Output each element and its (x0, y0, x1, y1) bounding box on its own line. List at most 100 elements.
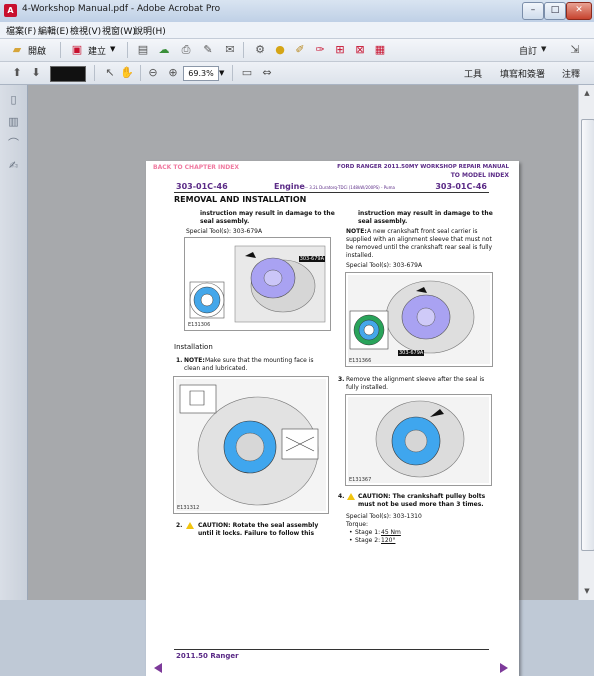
warning-icon (347, 493, 355, 500)
figure-3-tool-label: 303-679A (398, 350, 425, 356)
edit-document-icon[interactable]: ✎ (201, 43, 215, 57)
figure-e131312: E131312 (173, 376, 329, 514)
figure-e131367: E131367 (345, 394, 492, 486)
figure-4-code: E131367 (349, 477, 372, 483)
step-1-number: 1. (176, 357, 183, 364)
torque-label: Torque: (346, 521, 369, 528)
figure-e131366: 303-679A E131366 (345, 272, 493, 367)
customize-button[interactable]: 自訂 (519, 44, 537, 57)
comments-panel-button[interactable]: 注釋 (562, 67, 580, 80)
create-dropdown-icon[interactable]: ▼ (110, 45, 115, 53)
navigation-toolbar: ⬆ ⬇ ↖ ✋ ⊖ ⊕ 69.3% ▼ ▭ ⇔ 工具 填寫和簽署 注釋 (0, 62, 594, 85)
title-bar: A 4-Workshop Manual.pdf - Adobe Acrobat … (0, 0, 594, 23)
scroll-down-icon[interactable]: ▼ (581, 585, 593, 597)
email-icon[interactable]: ✉ (223, 43, 237, 57)
page-number-input[interactable] (50, 66, 86, 82)
stage-2-bullet: • (349, 537, 353, 544)
step-1-text-line2: clean and lubricated. (184, 365, 248, 372)
page-thumbnails-icon[interactable]: ▯ (7, 93, 20, 107)
figure-1-tool-label: 303-679A (298, 256, 325, 262)
menu-edit[interactable]: 編輯(E) (38, 24, 69, 37)
vertical-scrollbar[interactable]: ▲ ▼ (578, 85, 594, 600)
sign-icon[interactable]: ✑ (313, 43, 327, 57)
navigation-pane: ▯ ▥ ⌒ ✍ (0, 85, 28, 600)
right-note-line4: installed. (346, 252, 374, 259)
zoom-dropdown-icon[interactable]: ▼ (219, 69, 224, 77)
create-pdf-icon[interactable]: ▣ (70, 43, 84, 57)
window-title: 4-Workshop Manual.pdf - Adobe Acrobat Pr… (22, 4, 221, 14)
close-button[interactable]: ✕ (566, 2, 592, 20)
figure-e131306: 303-679A E131306 (184, 237, 331, 331)
cloud-upload-icon[interactable]: ☁ (157, 43, 171, 57)
right-special-tool: Special Tool(s): 303-679A (346, 262, 423, 269)
signatures-icon[interactable]: ✍ (7, 159, 20, 173)
stage-2-label: Stage 2: (355, 537, 381, 544)
previous-page-icon[interactable]: ⬆ (10, 66, 24, 80)
installation-heading: Installation (174, 343, 213, 351)
step-3-number: 3. (338, 376, 345, 383)
save-icon[interactable]: ▤ (136, 43, 150, 57)
step-3-line2: fully installed. (346, 384, 389, 391)
maximize-button[interactable]: □ (544, 2, 566, 20)
menu-window[interactable]: 視窗(W) (102, 24, 136, 37)
scrollbar-thumb[interactable] (581, 119, 594, 551)
figure-2-code: E131312 (177, 505, 200, 511)
create-button[interactable]: 建立 (88, 44, 106, 57)
gear-icon[interactable]: ⚙ (253, 43, 267, 57)
hand-tool-icon[interactable]: ✋ (120, 66, 134, 80)
customize-dropdown-icon[interactable]: ▼ (541, 45, 546, 53)
step-1-text-line1: Make sure that the mounting face is (205, 357, 314, 364)
highlight-icon[interactable]: ✐ (293, 43, 307, 57)
fill-sign-panel-button[interactable]: 填寫和簽署 (500, 67, 545, 80)
toolbar-divider (243, 42, 244, 58)
document-area[interactable]: BACK TO CHAPTER INDEX FORD RANGER 2011.5… (28, 85, 578, 676)
zoom-level-input[interactable]: 69.3% (183, 66, 219, 81)
zoom-out-icon[interactable]: ⊖ (146, 66, 160, 80)
right-note-line1: A new crankshaft front seal carrier is (367, 228, 478, 235)
attachments-icon[interactable]: ⌒ (7, 137, 20, 151)
step-1-note-label: NOTE: (184, 357, 205, 364)
fit-page-icon[interactable]: ▭ (240, 66, 254, 80)
bookmarks-icon[interactable]: ▥ (7, 115, 20, 129)
next-page-icon[interactable]: ⬇ (29, 66, 43, 80)
stage-1-value: 45 Nm (381, 529, 401, 536)
right-special-tool-2: Special Tool(s): 303-1310 (346, 513, 422, 520)
left-intro-line1: instruction may result in damage to the (200, 210, 335, 217)
header-rule (174, 192, 489, 193)
review-icon[interactable]: ⊠ (353, 43, 367, 57)
figure-3-code: E131366 (349, 358, 372, 364)
toolbar-divider (140, 65, 141, 81)
section-code-right: 303-01C-46 (435, 182, 487, 191)
tools-panel-button[interactable]: 工具 (464, 67, 482, 80)
folder-open-icon[interactable]: ▰ (10, 43, 24, 57)
menu-file[interactable]: 檔案(F) (6, 24, 36, 37)
next-page-arrow-icon[interactable] (500, 663, 508, 673)
right-note-label: NOTE: (346, 228, 367, 235)
step-4-caution-line1: CAUTION: The crankshaft pulley bolts (358, 493, 486, 500)
procedure-heading: REMOVAL AND INSTALLATION (174, 195, 307, 204)
forms-icon[interactable]: ▦ (373, 43, 387, 57)
share-icon[interactable]: ⊞ (333, 43, 347, 57)
footer-rule (174, 649, 489, 650)
toolbar-divider (60, 42, 61, 58)
menu-view[interactable]: 檢視(V) (70, 24, 101, 37)
back-to-chapter-index-link[interactable]: BACK TO CHAPTER INDEX (153, 164, 239, 171)
to-model-index-link[interactable]: TO MODEL INDEX (451, 172, 509, 179)
scroll-up-icon[interactable]: ▲ (581, 87, 593, 99)
comment-icon[interactable]: ● (273, 43, 287, 57)
select-cursor-icon[interactable]: ↖ (103, 66, 117, 80)
open-button[interactable]: 開啟 (28, 44, 46, 57)
fit-width-icon[interactable]: ⇔ (260, 66, 274, 80)
zoom-in-icon[interactable]: ⊕ (166, 66, 180, 80)
right-note-line2: supplied with an alignment sleeve that m… (346, 236, 492, 243)
window-restore-icon[interactable]: ⇲ (568, 43, 582, 57)
print-icon[interactable]: ⎙ (179, 43, 193, 57)
previous-page-arrow-icon[interactable] (154, 663, 162, 673)
menu-help[interactable]: 說明(H) (134, 24, 166, 37)
section-title: Engine (274, 182, 305, 191)
minimize-button[interactable]: – (522, 2, 544, 20)
section-subtitle: — 3.2L Duratorq-TDCi (148kW/200PS) - Pum… (304, 185, 395, 190)
toolbar-divider (127, 42, 128, 58)
right-intro-line2: seal assembly. (358, 218, 408, 225)
acrobat-app-icon[interactable]: A (4, 4, 17, 17)
